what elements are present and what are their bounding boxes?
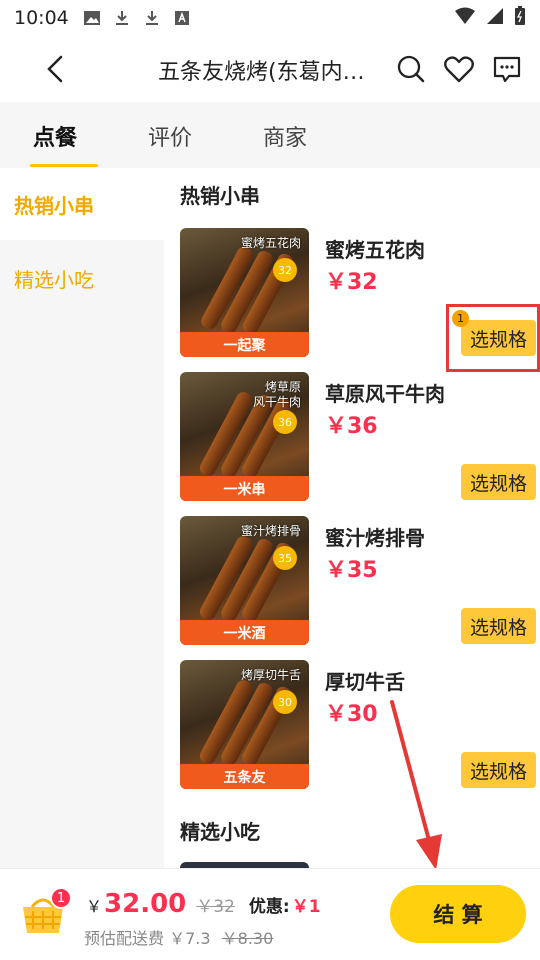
favorite-heart-icon[interactable] xyxy=(442,52,476,86)
image-brand-label: 一起聚 xyxy=(180,332,309,357)
currency-symbol: ￥ xyxy=(86,897,103,916)
download-notification-icon xyxy=(113,9,131,27)
product-item[interactable]: 烤厚切牛舌 30 五条友 厚切牛舌 ￥30 选规格 xyxy=(180,660,536,790)
sidebar-item-hot-skewers[interactable]: 热销小串 xyxy=(0,168,164,240)
nav-bar: 五条友烧烤(东葛内… xyxy=(0,36,540,102)
image-tag-text: 蜜汁烤排骨 xyxy=(240,524,301,538)
category-sidebar: 热销小串 精选小吃 xyxy=(0,168,164,868)
annotation-arrow-icon xyxy=(390,700,442,870)
cart-bar: 1 ￥ 32.00 ￥32 优惠: ￥1 预估配送费 ￥7.3 ￥8.30 结 … xyxy=(0,868,540,960)
select-spec-button[interactable]: 选规格 xyxy=(461,752,536,788)
image-tag-text: 烤草原 风干牛肉 xyxy=(252,380,301,409)
image-price-tag: 32 xyxy=(273,258,297,282)
select-spec-button[interactable]: 选规格 xyxy=(461,608,536,644)
spec-count-badge: 1 xyxy=(452,310,469,327)
checkout-button[interactable]: 结 算 xyxy=(390,885,526,943)
cart-count-badge: 1 xyxy=(50,887,72,909)
image-price-tag: 36 xyxy=(273,410,297,434)
search-icon[interactable] xyxy=(394,52,428,86)
delivery-original-fee: ￥8.30 xyxy=(221,929,274,948)
product-name: 蜜汁烤排骨 xyxy=(325,526,425,550)
download-notification-icon-2 xyxy=(143,9,161,27)
image-brand-label: 一米串 xyxy=(180,476,309,501)
original-price: ￥32 xyxy=(196,897,235,917)
image-price-tag: 30 xyxy=(273,690,297,714)
product-item[interactable]: 蜜汁烤排骨 35 一米酒 蜜汁烤排骨 ￥35 选规格 xyxy=(180,516,536,646)
product-name: 蜜烤五花肉 xyxy=(325,238,425,262)
message-icon[interactable] xyxy=(490,52,524,86)
product-image: 蜜汁烤排骨 35 一米酒 xyxy=(180,516,309,645)
tab-merchant[interactable]: 商家 xyxy=(263,120,307,152)
section-title-snacks: 精选小吃 xyxy=(180,820,260,844)
tab-reviews[interactable]: 评价 xyxy=(148,120,192,152)
wifi-icon xyxy=(454,7,476,30)
discount-value: ￥1 xyxy=(291,897,321,917)
select-spec-button[interactable]: 选规格 xyxy=(461,464,536,500)
status-bar: 10:04 xyxy=(0,0,540,36)
image-tag-text: 蜜烤五花肉 xyxy=(240,236,301,250)
delivery-fee: ￥7.3 xyxy=(169,929,211,948)
image-tag-text: 烤厚切牛舌 xyxy=(240,668,301,682)
keyboard-notification-icon xyxy=(173,9,191,27)
image-notification-icon xyxy=(83,9,101,27)
product-name: 草原风干牛肉 xyxy=(325,382,445,406)
delivery-label: 预估配送费 xyxy=(84,929,165,948)
total-row: ￥ 32.00 ￥32 优惠: ￥1 xyxy=(86,889,321,919)
tab-bar: 点餐 评价 商家 xyxy=(0,102,540,168)
image-price-tag: 35 xyxy=(273,546,297,570)
product-price: ￥30 xyxy=(325,702,378,727)
sidebar-item-snacks[interactable]: 精选小吃 xyxy=(0,242,164,314)
product-item[interactable]: 烤草原 风干牛肉 36 一米串 草原风干牛肉 ￥36 选规格 xyxy=(180,372,536,502)
signal-icon xyxy=(486,7,504,30)
product-price: ￥32 xyxy=(325,270,378,295)
total-price: 32.00 xyxy=(104,889,187,919)
delivery-fee-row: 预估配送费 ￥7.3 ￥8.30 xyxy=(84,925,273,949)
product-image: 烤草原 风干牛肉 36 一米串 xyxy=(180,372,309,501)
tab-underline xyxy=(30,164,98,167)
image-brand-label: 五条友 xyxy=(180,764,309,789)
image-brand-label: 一米酒 xyxy=(180,620,309,645)
product-price: ￥35 xyxy=(325,558,378,583)
section-title-hot-skewers: 热销小串 xyxy=(180,184,260,208)
status-time: 10:04 xyxy=(14,7,69,29)
tab-order[interactable]: 点餐 xyxy=(33,120,77,152)
back-icon[interactable] xyxy=(40,52,70,86)
battery-icon xyxy=(514,5,526,31)
product-name: 厚切牛舌 xyxy=(325,670,405,694)
product-image: 烤厚切牛舌 30 五条友 xyxy=(180,660,309,789)
product-list: 热销小串 蜜烤五花肉 32 一起聚 蜜烤五花肉 ￥32 选规格 烤草原 风干牛肉… xyxy=(164,168,540,868)
product-image: 蜜烤五花肉 32 一起聚 xyxy=(180,228,309,357)
store-title: 五条友烧烤(东葛内… xyxy=(158,60,365,85)
discount-label: 优惠: xyxy=(248,897,290,917)
product-price: ￥36 xyxy=(325,414,378,439)
